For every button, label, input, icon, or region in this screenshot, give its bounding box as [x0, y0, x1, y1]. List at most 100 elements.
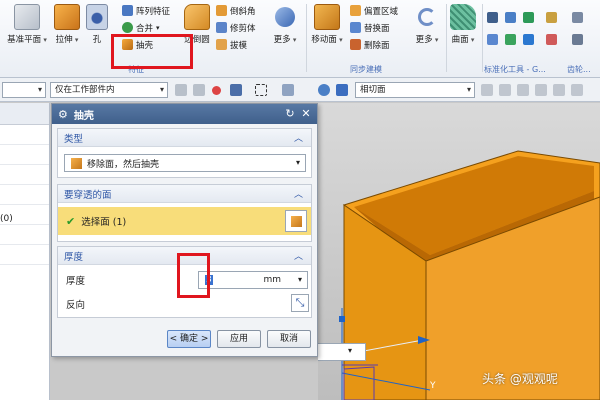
- more-sync-icon: [418, 8, 436, 26]
- close-icon[interactable]: ✕: [299, 107, 313, 120]
- navigator-row[interactable]: [0, 125, 49, 145]
- type-section-header[interactable]: 类型 ︿: [58, 129, 311, 147]
- box-select-icon[interactable]: [255, 84, 267, 96]
- reset-icon[interactable]: ↻: [283, 107, 297, 120]
- extrude-icon: [54, 4, 80, 30]
- extrude-label: 拉伸: [52, 33, 82, 45]
- shell-type-value: 移除面，然后抽壳: [87, 159, 160, 170]
- collapse-caret-icon[interactable]: ︿: [294, 249, 303, 262]
- select-face-row[interactable]: ✔ 选择面 (1): [58, 207, 311, 235]
- ribbon-separator-3: [482, 4, 483, 72]
- navigator-row[interactable]: [0, 185, 49, 205]
- dialog-titlebar[interactable]: ⚙ 抽壳 ↻ ✕: [52, 104, 317, 124]
- type-section-title: 类型: [64, 133, 84, 145]
- navigator-row[interactable]: [0, 145, 49, 165]
- snap-point-icon-3[interactable]: [517, 84, 529, 96]
- navigator-row[interactable]: [0, 165, 49, 185]
- graphics-window[interactable]: Y ▾: [318, 103, 600, 400]
- face-select-cube-icon[interactable]: [285, 210, 307, 232]
- std-tool-icon-3[interactable]: [523, 12, 534, 23]
- chamfer-label: 倒斜角: [230, 6, 256, 17]
- snap-point-icon-2[interactable]: [499, 84, 511, 96]
- gear-tool-icon-1[interactable]: [572, 12, 583, 23]
- offset-region-icon: [350, 5, 361, 16]
- hole-label: 孔: [92, 35, 102, 45]
- select-point-icon[interactable]: [212, 86, 221, 95]
- std-tool-icon-5[interactable]: [487, 34, 498, 45]
- handle-dropdown-icon[interactable]: ▾: [348, 346, 352, 355]
- reverse-label: 反向: [66, 300, 86, 311]
- std-tool-icon-1[interactable]: [487, 12, 498, 23]
- pattern-feature-button[interactable]: 阵列特征: [122, 4, 170, 17]
- selection-scope-dropdown[interactable]: 仅在工作部件内: [50, 82, 168, 98]
- shell-type-dropdown[interactable]: 移除面，然后抽壳 ▾: [64, 154, 306, 172]
- std-tool-icon-7[interactable]: [523, 34, 534, 45]
- draft-button[interactable]: 拔模: [216, 38, 247, 51]
- draft-icon: [216, 39, 227, 50]
- axis-y-label: Y: [430, 381, 436, 391]
- thickness-section-title: 厚度: [64, 251, 84, 263]
- surface-button[interactable]: 曲面: [448, 4, 478, 45]
- dialog-title: 抽壳: [73, 110, 94, 122]
- ok-button[interactable]: < 确定 >: [167, 330, 211, 348]
- std-tool-icon-8[interactable]: [546, 34, 557, 45]
- apply-button[interactable]: 应用: [217, 330, 261, 348]
- pattern-feature-label: 阵列特征: [136, 6, 171, 17]
- replace-face-icon: [350, 22, 361, 33]
- select-face-label: 选择面 (1): [81, 217, 127, 228]
- cursor-icon[interactable]: [230, 84, 242, 96]
- chamfer-button[interactable]: 倒斜角: [216, 4, 256, 17]
- solid-body-icon[interactable]: [336, 84, 348, 96]
- delete-face-button[interactable]: 删除面: [350, 38, 390, 51]
- trim-body-button[interactable]: 修剪体: [216, 21, 256, 34]
- navigator-row[interactable]: [0, 225, 49, 245]
- cancel-button[interactable]: 取消: [267, 330, 311, 348]
- type-filter-dropdown[interactable]: [2, 82, 46, 98]
- gear-tool-icon-2[interactable]: [572, 34, 583, 45]
- thickness-input[interactable]: 3 mm ▾: [198, 271, 308, 289]
- extrude-button[interactable]: 拉伸: [52, 4, 82, 45]
- select-all-icon[interactable]: [282, 84, 294, 96]
- hole-button[interactable]: 孔: [86, 4, 108, 45]
- more-features-icon: [275, 7, 295, 27]
- datum-plane-button[interactable]: 基准平面: [4, 4, 50, 45]
- move-face-button[interactable]: 移动面: [310, 4, 344, 45]
- std-tool-icon-4[interactable]: [546, 12, 557, 23]
- watermark: 头条 @观观呢: [482, 372, 558, 386]
- more-features-button[interactable]: 更多: [270, 4, 300, 45]
- replace-face-button[interactable]: 替换面: [350, 21, 390, 34]
- handle-thickness-input[interactable]: [318, 343, 366, 361]
- unit-dropdown-icon[interactable]: ▾: [298, 275, 302, 284]
- snap-icon-2[interactable]: [193, 84, 205, 96]
- snap-point-icon-6[interactable]: [571, 84, 583, 96]
- face-rule-dropdown[interactable]: 相切面: [355, 82, 475, 98]
- shell-dialog: ⚙ 抽壳 ↻ ✕ 类型 ︿ 移除面，然后抽壳 ▾ 要穿透的面 ︿ ✔ 选择面 (…: [51, 103, 318, 357]
- draft-label: 拔模: [230, 40, 248, 51]
- collapse-caret-icon[interactable]: ︿: [294, 131, 303, 144]
- std-tool-icon-2[interactable]: [505, 12, 516, 23]
- snap-point-icon-5[interactable]: [553, 84, 565, 96]
- offset-region-button[interactable]: 偏置区域: [350, 4, 398, 17]
- reverse-direction-icon[interactable]: ⤡: [291, 294, 309, 312]
- surface-label: 曲面: [448, 33, 478, 45]
- shaded-body-icon[interactable]: [318, 84, 330, 96]
- pierce-faces-header[interactable]: 要穿透的面 ︿: [58, 185, 311, 203]
- snap-icon-1[interactable]: [175, 84, 187, 96]
- std-tool-icon-6[interactable]: [505, 34, 516, 45]
- hole-icon: [86, 4, 108, 30]
- collapse-caret-icon[interactable]: ︿: [294, 187, 303, 200]
- navigator-row[interactable]: [0, 245, 49, 265]
- pierce-faces-title: 要穿透的面: [64, 189, 112, 201]
- snap-point-icon-1[interactable]: [481, 84, 493, 96]
- delete-face-icon: [350, 39, 361, 50]
- pattern-feature-icon: [122, 5, 133, 16]
- surface-icon: [450, 4, 476, 30]
- more-sync-button[interactable]: 更多: [412, 4, 442, 45]
- unite-dropdown-icon[interactable]: ▾: [156, 24, 160, 32]
- move-face-label: 移动面: [310, 33, 344, 45]
- navigator-header: [0, 103, 49, 125]
- group-gear-label: 齿轮...: [567, 65, 591, 74]
- navigator-value-text: (0): [0, 214, 13, 224]
- unite-button[interactable]: 合并 ▾: [122, 21, 160, 34]
- snap-point-icon-4[interactable]: [535, 84, 547, 96]
